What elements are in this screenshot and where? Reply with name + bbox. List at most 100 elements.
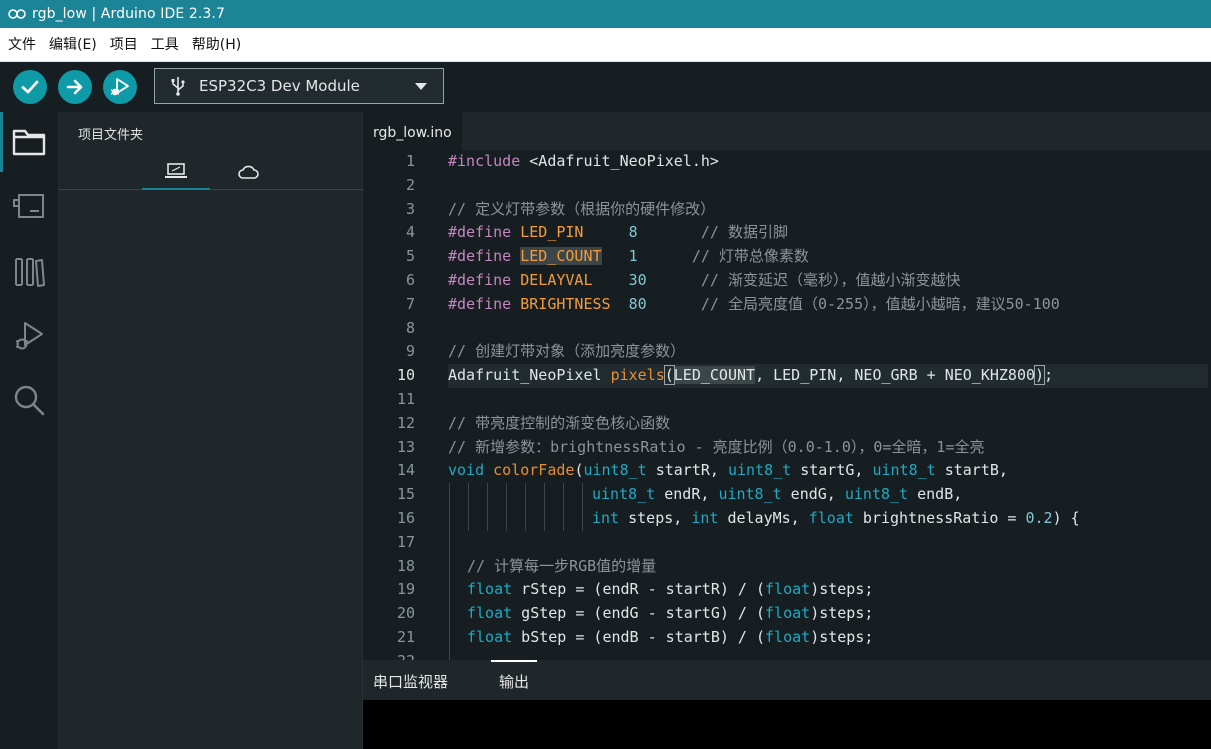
- tab-cloud-sketchbook[interactable]: [214, 154, 282, 190]
- menu-help[interactable]: 帮助(H): [186, 28, 247, 62]
- tab-rgb-low-ino[interactable]: rgb_low.ino: [363, 112, 462, 150]
- chevron-down-icon: [415, 83, 427, 90]
- code-token: endG,: [781, 485, 845, 504]
- debug-icon: [16, 322, 43, 350]
- sketchbook-panel: 项目文件夹: [58, 112, 363, 749]
- code-token: uint8_t: [844, 485, 909, 504]
- upload-button[interactable]: [58, 70, 92, 104]
- title-bar: rgb_low | Arduino IDE 2.3.7: [0, 0, 1211, 28]
- arrow-right-icon: [66, 79, 83, 95]
- code-area[interactable]: #include <Adafruit_NeoPixel.h> // 定义灯带参数…: [448, 150, 1208, 660]
- menu-sketch[interactable]: 项目: [104, 28, 144, 62]
- code-line-1: #include <Adafruit_NeoPixel.h>: [448, 150, 719, 174]
- code-token: rStep = (endR - startR) / (: [512, 580, 766, 599]
- line-number: 21: [396, 628, 415, 646]
- code-comment: // 全局亮度值（0-255），值越小越暗，建议50-100: [700, 294, 1060, 313]
- tab-local-sketchbook[interactable]: [142, 154, 210, 190]
- cloud-icon: [238, 165, 259, 179]
- check-icon: [21, 80, 39, 94]
- code-line-16: int steps, int delayMs, float brightness…: [592, 507, 1080, 531]
- code-token: int: [691, 509, 719, 527]
- code-line-20: float gStep = (endG - startG) / (float)s…: [467, 602, 873, 626]
- code-line-5: #define LED_COUNT 1 // 灯带总像素数: [448, 245, 809, 269]
- code-token: ) {: [1052, 509, 1080, 527]
- line-number: 2: [405, 175, 415, 194]
- code-token: <Adafruit_NeoPixel.h>: [520, 152, 719, 170]
- boards-manager-button[interactable]: [0, 176, 58, 236]
- line-number-current: 10: [396, 366, 415, 385]
- editor-tab-bar: rgb_low.ino: [363, 112, 1211, 150]
- bracket-match: ): [1034, 365, 1046, 386]
- line-number: 3: [405, 199, 415, 218]
- code-token: float: [808, 509, 854, 527]
- menu-edit[interactable]: 编辑(E): [43, 28, 103, 62]
- code-token: uint8_t: [718, 485, 782, 504]
- line-number: 5: [405, 247, 415, 266]
- code-token: startB,: [935, 461, 1008, 480]
- line-number: 22: [375, 650, 415, 660]
- code-line-14: void colorFade(uint8_t startR, uint8_t s…: [448, 459, 1008, 483]
- code-token: int: [592, 509, 620, 527]
- menu-bar: 文件 编辑(E) 项目 工具 帮助(H): [0, 28, 1211, 62]
- code-token: float: [467, 580, 513, 599]
- verify-button[interactable]: [13, 70, 47, 104]
- board-manager-icon: [13, 194, 44, 218]
- line-number: 19: [396, 580, 415, 599]
- code-comment: // 灯带总像素数: [691, 247, 809, 266]
- code-token-highlighted: LED_COUNT: [673, 366, 756, 385]
- menu-file[interactable]: 文件: [2, 28, 42, 62]
- usb-icon: [169, 76, 187, 96]
- board-selector[interactable]: ESP32C3 Dev Module: [154, 68, 444, 104]
- debug-button[interactable]: [103, 70, 137, 104]
- code-token: 30: [628, 271, 647, 289]
- code-token: )steps;: [810, 628, 874, 646]
- code-token: startG,: [791, 461, 873, 480]
- code-token: Adafruit_NeoPixel: [448, 366, 611, 385]
- code-token: startR,: [646, 461, 728, 480]
- code-token: uint8_t: [872, 461, 936, 480]
- debug-sidebar-button[interactable]: [0, 306, 58, 366]
- code-line-9: // 创建灯带对象（添加亮度参数）: [448, 340, 685, 364]
- code-line-13: // 新增参数：brightnessRatio - 亮度比例（0.0-1.0），…: [448, 436, 985, 460]
- search-sidebar-button[interactable]: [0, 370, 58, 430]
- arduino-logo-icon: [8, 7, 26, 21]
- laptop-icon: [165, 163, 187, 178]
- code-token: endR,: [655, 485, 719, 504]
- line-number: 4: [405, 223, 415, 242]
- library-manager-button[interactable]: [0, 242, 58, 302]
- code-line-3: // 定义灯带参数（根据你的硬件修改）: [448, 198, 715, 222]
- code-token: bStep = (endB - startB) / (: [512, 628, 766, 646]
- code-token: #include: [448, 152, 521, 170]
- line-number: 13: [396, 437, 415, 456]
- code-token: float: [765, 604, 811, 623]
- search-icon: [14, 385, 45, 416]
- folder-icon: [12, 129, 46, 156]
- code-line-21: float bStep = (endB - startB) / (float)s…: [467, 626, 873, 650]
- code-token: 1: [628, 247, 638, 266]
- tab-serial-monitor[interactable]: 串口监视器: [373, 660, 448, 700]
- code-editor[interactable]: 1 2 3 4 5 6 7 8 9 10 11 12 13 14 15 16 1…: [363, 150, 1211, 660]
- code-token: BRIGHTNESS: [520, 294, 611, 313]
- code-token: pixels: [610, 366, 665, 385]
- line-number: 18: [396, 556, 415, 575]
- code-token: float: [765, 580, 811, 599]
- output-console[interactable]: [363, 700, 1211, 749]
- sketchbook-button[interactable]: [0, 112, 58, 172]
- debug-play-icon: [111, 78, 129, 96]
- line-number: 8: [405, 318, 415, 337]
- code-token: #define: [448, 223, 512, 242]
- line-number: 12: [396, 413, 415, 432]
- tab-output[interactable]: 输出: [491, 660, 538, 700]
- window-title: rgb_low | Arduino IDE 2.3.7: [32, 6, 225, 22]
- code-token: float: [467, 604, 513, 623]
- code-line-19: float rStep = (endR - startR) / (float)s…: [467, 578, 873, 602]
- menu-tools[interactable]: 工具: [145, 28, 185, 62]
